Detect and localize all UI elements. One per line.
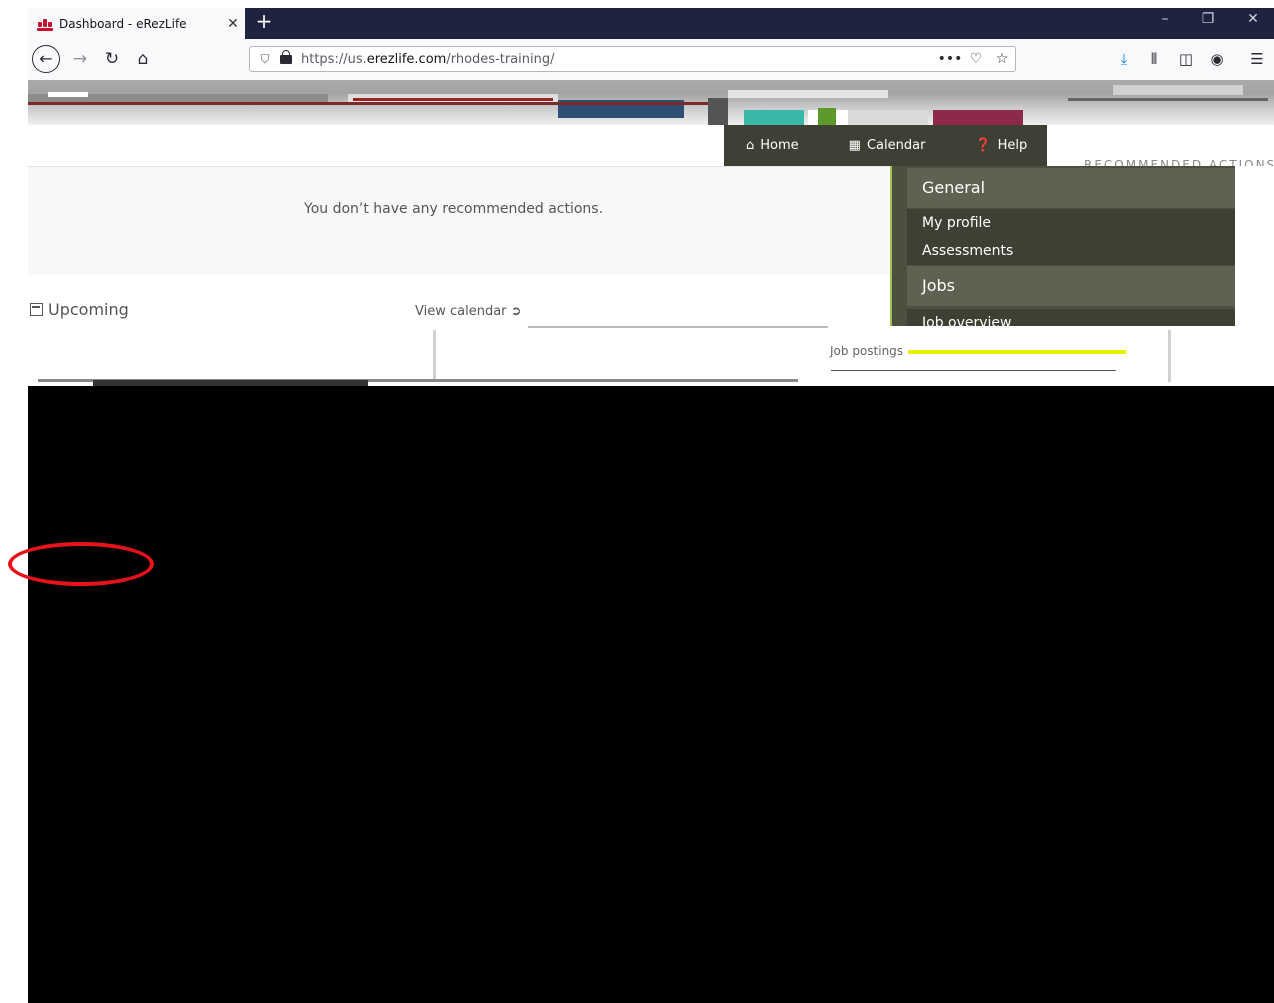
recommended-actions-heading: RECOMMENDED ACTIONS bbox=[1084, 158, 1274, 166]
menu-accent-bar bbox=[890, 166, 892, 326]
erezlife-favicon-icon bbox=[37, 16, 53, 32]
tab-close-icon[interactable]: ✕ bbox=[221, 16, 245, 32]
menu-item-assessments[interactable]: Assessments bbox=[907, 237, 1235, 265]
page-actions-icon[interactable]: ••• bbox=[937, 51, 963, 67]
upcoming-heading: Upcoming bbox=[30, 300, 129, 319]
account-icon[interactable]: ◉ bbox=[1205, 50, 1229, 68]
minimize-window-button[interactable]: – bbox=[1150, 11, 1180, 27]
browser-tab-bar: Dashboard - eRezLife ✕ + – ❐ ✕ bbox=[28, 8, 1274, 39]
url-text[interactable]: https://us.erezlife.com/rhodes-training/ bbox=[301, 52, 937, 67]
arrow-circle-icon: ➲ bbox=[510, 304, 522, 319]
nav-home-label: Home bbox=[760, 138, 799, 153]
calendar-icon: ▦ bbox=[848, 138, 861, 153]
close-window-button[interactable]: ✕ bbox=[1238, 11, 1268, 27]
forward-arrow-icon[interactable]: → bbox=[68, 46, 92, 72]
menu-section-jobs: Jobs bbox=[907, 266, 1235, 306]
url-prefix: https://us. bbox=[301, 51, 367, 67]
red-highlight-ellipse bbox=[8, 542, 154, 586]
sidebar-icon[interactable]: ◫ bbox=[1174, 50, 1198, 68]
nav-home[interactable]: ⌂ Home bbox=[746, 138, 799, 153]
bookmark-star-icon[interactable]: ☆ bbox=[989, 51, 1015, 67]
view-calendar-link[interactable]: View calendar ➲ bbox=[415, 304, 522, 319]
reload-icon[interactable]: ↻ bbox=[100, 46, 124, 72]
hamburger-menu-icon[interactable]: ☰ bbox=[1245, 50, 1269, 68]
tab-title: Dashboard - eRezLife bbox=[59, 16, 187, 31]
menu-item-job-postings[interactable]: Job postings bbox=[830, 344, 903, 358]
nav-calendar[interactable]: ▦ Calendar bbox=[849, 138, 926, 153]
menu-item-job-overview[interactable]: Job overview bbox=[907, 309, 1235, 326]
view-calendar-label: View calendar bbox=[415, 304, 507, 319]
recommended-actions-panel: You don’t have any recommended actions. bbox=[28, 166, 890, 275]
new-tab-button[interactable]: + bbox=[252, 9, 276, 33]
site-navigation-bar: ⌂ Home ▦ Calendar ❓ Help bbox=[724, 125, 1047, 166]
url-bar[interactable]: ⛉ https://us.erezlife.com/rhodes-trainin… bbox=[249, 46, 1016, 72]
dropdown-menu: General My profile Assessments Jobs Job … bbox=[890, 166, 1235, 326]
calendar-icon bbox=[30, 303, 43, 316]
recommended-empty-message: You don’t have any recommended actions. bbox=[304, 201, 604, 217]
nav-help[interactable]: ❓ Help bbox=[975, 138, 1027, 153]
home-icon: ⌂ bbox=[746, 138, 755, 153]
nav-calendar-label: Calendar bbox=[866, 138, 926, 153]
restore-window-button[interactable]: ❐ bbox=[1193, 11, 1223, 27]
browser-tab-active[interactable]: Dashboard - eRezLife ✕ bbox=[28, 8, 245, 39]
library-icon[interactable]: ⫴ bbox=[1142, 50, 1166, 68]
download-icon[interactable]: ⤓ bbox=[1112, 50, 1136, 68]
help-icon: ❓ bbox=[975, 138, 992, 153]
lock-icon[interactable] bbox=[280, 50, 292, 65]
menu-section-general: General bbox=[907, 168, 1235, 208]
menu-item-my-profile[interactable]: My profile bbox=[907, 209, 1235, 237]
pocket-icon[interactable]: ♡ bbox=[963, 51, 989, 67]
url-path: /rhodes-training/ bbox=[446, 51, 555, 67]
browser-navigation-bar: ← → ↻ ⌂ ⛉ https://us.erezlife.com/rhodes… bbox=[28, 39, 1274, 81]
home-icon[interactable]: ⌂ bbox=[131, 46, 155, 72]
tracking-shield-icon[interactable]: ⛉ bbox=[258, 52, 272, 67]
back-arrow-icon[interactable]: ← bbox=[32, 45, 60, 73]
corrupted-header-strip bbox=[28, 80, 1274, 125]
corrupted-content-band bbox=[28, 326, 1274, 386]
nav-help-label: Help bbox=[997, 138, 1028, 153]
url-domain: erezlife.com bbox=[366, 51, 447, 67]
upcoming-title-text: Upcoming bbox=[48, 300, 129, 319]
blank-rendering-area bbox=[28, 386, 1274, 1003]
